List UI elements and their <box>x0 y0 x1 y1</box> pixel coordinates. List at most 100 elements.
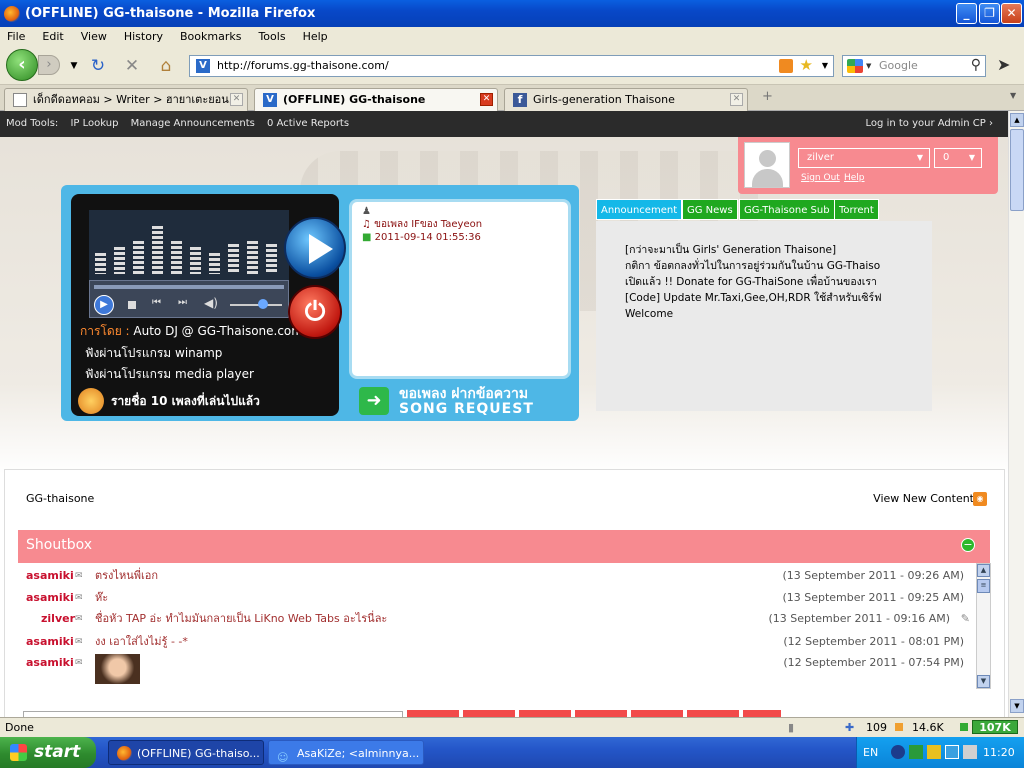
breadcrumb[interactable]: GG-thaisone <box>26 492 94 505</box>
edit-icon[interactable]: ✎ <box>961 608 970 630</box>
scroll-up-icon[interactable]: ▲ <box>977 564 990 577</box>
volume-icon[interactable]: ◀) <box>204 296 218 310</box>
shoutbox-scrollbar[interactable]: ▲ ≡ ▼ <box>976 563 991 689</box>
history-dropdown-icon[interactable]: ▼ <box>63 56 85 76</box>
stop-icon[interactable]: ✕ <box>121 56 143 76</box>
scroll-down-icon[interactable]: ▼ <box>1010 699 1024 713</box>
url-dropdown-icon[interactable]: ▼ <box>822 56 828 76</box>
search-input[interactable]: ▼ Google ⚲ <box>842 55 986 77</box>
tab-close-icon[interactable]: ✕ <box>480 93 493 106</box>
previous-icon[interactable]: ⏮ <box>152 297 161 308</box>
menu-bookmarks[interactable]: Bookmarks <box>180 30 241 43</box>
admin-cp-link[interactable]: Log in to your Admin CP › <box>866 111 993 137</box>
page-scrollbar[interactable]: ▲ ▼ <box>1008 111 1024 717</box>
pm-icon[interactable]: ✉ <box>75 587 83 609</box>
announcement-item[interactable]: เปิดแล้ว !! Donate for GG-ThaiSone เพื่อ… <box>625 274 932 290</box>
bookmark-star-icon[interactable]: ★ <box>800 55 813 75</box>
power-button[interactable]: ⏻ <box>288 285 342 339</box>
search-icon[interactable]: ⚲ <box>971 55 981 75</box>
shoutbox-buttons[interactable] <box>407 710 781 717</box>
menu-edit[interactable]: Edit <box>42 30 63 43</box>
menu-help[interactable]: Help <box>303 30 328 43</box>
manage-announcements-link[interactable]: Manage Announcements <box>131 118 255 129</box>
song-request-button[interactable]: ➜ ขอเพลง ฝากข้อความ SONG REQUEST <box>359 383 549 419</box>
tab-facebook[interactable]: f Girls-generation Thaisone ✕ <box>504 88 748 111</box>
scroll-down-icon[interactable]: ▼ <box>977 675 990 688</box>
volume-slider[interactable] <box>230 304 282 306</box>
tab-announcement[interactable]: Announcement <box>596 199 683 220</box>
username-dropdown[interactable]: zilver ▼ <box>798 148 930 168</box>
help-link[interactable]: Help <box>844 173 865 183</box>
seek-bar[interactable] <box>94 285 284 289</box>
announcement-item[interactable]: กติกา ข้อตกลงทั่วไปในการอยู่ร่วมกันในบ้า… <box>625 258 932 274</box>
google-engine-icon[interactable] <box>847 59 863 73</box>
tab-torrent[interactable]: Torrent <box>834 199 879 220</box>
scroll-thumb[interactable] <box>1010 129 1024 211</box>
next-icon[interactable]: ⏭ <box>178 297 187 308</box>
playlist-link[interactable]: รายชื่อ 10 เพลงที่เล่นไปแล้ว <box>111 392 260 411</box>
big-play-button[interactable] <box>284 217 346 279</box>
cursor-tool-icon[interactable]: ➤ <box>997 55 1010 74</box>
window-title-bar[interactable]: (OFFLINE) GG-thaisone - Mozilla Firefox … <box>0 0 1024 27</box>
pm-icon[interactable]: ✉ <box>75 608 83 630</box>
tray-network-icon[interactable] <box>945 745 959 759</box>
menu-view[interactable]: View <box>81 30 107 43</box>
shout-author[interactable]: asamiki <box>26 631 74 653</box>
collapse-icon[interactable]: − <box>961 538 975 552</box>
rss-icon[interactable]: ◉ <box>973 492 987 506</box>
tray-mail-icon[interactable] <box>927 745 941 759</box>
taskbar-item-messenger[interactable]: ☺ AsaKiZe; <alminnya... <box>268 740 424 765</box>
avatar[interactable] <box>744 142 790 188</box>
media-player-link[interactable]: ฟังผ่านโปรแกรม media player <box>85 365 254 384</box>
sign-out-link[interactable]: Sign Out <box>801 173 840 183</box>
pm-icon[interactable]: ✉ <box>75 631 83 653</box>
shout-image[interactable] <box>95 654 140 684</box>
pm-icon[interactable]: ✉ <box>75 652 83 674</box>
pm-icon[interactable]: ✉ <box>75 565 83 587</box>
shout-author[interactable]: asamiki <box>26 565 74 587</box>
start-button[interactable]: start <box>0 737 96 768</box>
ip-lookup-link[interactable]: IP Lookup <box>70 118 118 129</box>
taskbar-item-firefox[interactable]: (OFFLINE) GG-thaiso... <box>108 740 264 765</box>
stop-icon[interactable] <box>128 301 136 309</box>
announcement-item[interactable]: Welcome <box>625 306 932 322</box>
new-tab-icon[interactable]: + <box>762 89 773 104</box>
shout-author[interactable]: asamiki <box>26 652 74 674</box>
url-bar[interactable]: V http://forums.gg-thaisone.com/ ★ ▼ <box>189 55 834 77</box>
menu-tools[interactable]: Tools <box>258 30 285 43</box>
active-reports-link[interactable]: 0 Active Reports <box>267 118 349 129</box>
tab-list-icon[interactable]: ▼ <box>1010 91 1016 100</box>
tab-gg-news[interactable]: GG News <box>682 199 738 220</box>
language-indicator[interactable]: EN <box>863 737 878 768</box>
shout-author[interactable]: asamiki <box>26 587 74 609</box>
volume-handle[interactable] <box>258 299 268 309</box>
shout-author[interactable]: zilver <box>41 608 75 630</box>
announcement-item[interactable]: [กว่าจะมาเป็น Girls' Generation Thaisone… <box>625 242 932 258</box>
back-button[interactable]: ‹ <box>6 49 38 81</box>
minimize-button[interactable]: _ <box>956 3 977 24</box>
tray-volume-icon[interactable] <box>963 745 977 759</box>
addon-icon[interactable]: ✚ <box>845 718 854 737</box>
notification-count-dropdown[interactable]: 0 ▼ <box>934 148 982 168</box>
scroll-up-icon[interactable]: ▲ <box>1010 113 1024 127</box>
tab-gg-thaisone[interactable]: V (OFFLINE) GG-thaisone ✕ <box>254 88 498 112</box>
tray-back-icon[interactable] <box>891 745 905 759</box>
tab-dek-d[interactable]: เด็กดีดอทคอม > Writer > ฮายาเตะยอน... ✕ <box>4 88 248 111</box>
tray-app-icon[interactable] <box>909 745 923 759</box>
menu-history[interactable]: History <box>124 30 163 43</box>
scroll-thumb[interactable]: ≡ <box>977 579 990 593</box>
engine-dropdown-icon[interactable]: ▼ <box>866 56 871 76</box>
feed-icon[interactable] <box>779 59 793 73</box>
tab-close-icon[interactable]: ✕ <box>730 93 743 106</box>
maximize-button[interactable]: ❐ <box>979 3 1000 24</box>
menu-file[interactable]: File <box>7 30 25 43</box>
home-icon[interactable]: ⌂ <box>155 56 177 76</box>
winamp-link[interactable]: ฟังผ่านโปรแกรม winamp <box>85 344 222 363</box>
play-icon[interactable]: ▶ <box>94 295 114 315</box>
tab-close-icon[interactable]: ✕ <box>230 93 243 106</box>
view-new-content-link[interactable]: View New Content <box>873 492 974 505</box>
forward-button[interactable]: › <box>38 55 60 75</box>
tab-gg-thaisone-sub[interactable]: GG-Thaisone Sub <box>739 199 835 220</box>
reload-icon[interactable]: ↻ <box>87 56 109 76</box>
close-button[interactable]: ✕ <box>1001 3 1022 24</box>
